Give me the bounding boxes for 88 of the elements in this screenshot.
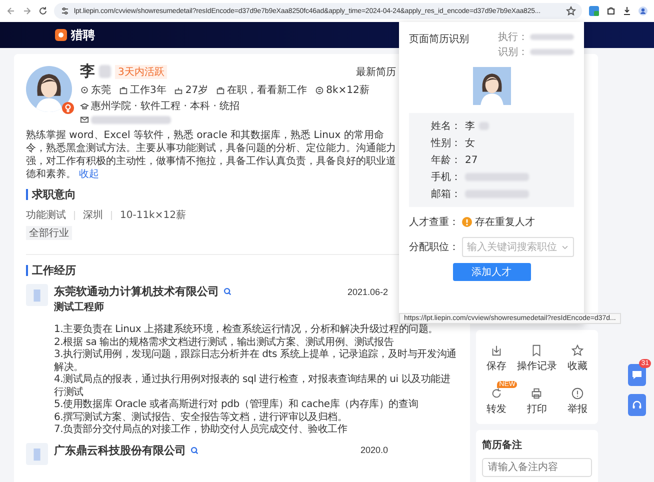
bag-icon (216, 86, 226, 94)
logo-text[interactable]: 猎聘 (71, 26, 95, 44)
job-title: 测试工程师 (54, 300, 105, 314)
warning-icon (462, 217, 472, 227)
forward-arrow-icon[interactable] (22, 6, 32, 16)
section-heading: 工作经历 (32, 263, 76, 278)
headset-icon (631, 399, 643, 411)
update-label: 最新简历 (356, 66, 396, 78)
search-icon[interactable] (223, 287, 232, 296)
field-label: 年龄： (431, 154, 461, 167)
field-label: 分配职位： (409, 241, 459, 254)
notes-heading: 简历备注 (482, 438, 523, 452)
section-heading: 求职意向 (32, 187, 76, 202)
location-pin-icon (80, 86, 89, 94)
profile-fact: 工作3年 (130, 84, 166, 97)
job-intent-item: 10-11k×12薪 (120, 208, 186, 222)
download-tray-icon (490, 344, 503, 357)
action-button[interactable]: 收藏 (557, 338, 598, 373)
duty-line: 4.测试局点的报表，通过执行用例对报表的 sql 进行检查，对报表查询结果的 ui 以及功能进行测试 (54, 374, 452, 398)
collapse-link[interactable]: 收起 (79, 169, 99, 180)
date-range: 2021.06-2 (347, 286, 388, 296)
action-button[interactable]: 打印 (516, 381, 558, 416)
candidate-name: 李 (80, 62, 95, 81)
chat-bubble-icon (631, 369, 643, 381)
company-name: 东莞软通动力计算机技术有限公司 (54, 284, 219, 299)
action-button[interactable]: 举报 (557, 381, 598, 416)
duty-line: 2.根据 sa 输出的规格需求文档进行测试，输出测试方案、测试用例、测试报告 (54, 336, 395, 348)
blurred-text (530, 34, 574, 40)
action-button[interactable]: 保存 (476, 338, 517, 373)
profile-fact: 8k×12薪 (326, 84, 370, 97)
extension-icon[interactable] (588, 5, 600, 17)
duty-line: 1.主要负责在 Linux 上搭建系统环境，检查系统运行情况，分析和解决升级过程的问题。 (54, 324, 440, 336)
meta-label: 执行： (498, 30, 528, 44)
duplicate-status: 存在重复人才 (475, 216, 535, 229)
field-value: 女 (465, 137, 475, 150)
profile-fact: 27岁 (185, 84, 208, 97)
meta-label: 识别： (498, 46, 528, 59)
add-talent-button[interactable]: 添加人才 (452, 263, 530, 281)
back-arrow-icon[interactable] (6, 6, 16, 16)
field-value: 李 (465, 120, 475, 133)
avatar-illustration (26, 66, 72, 112)
puzzle-icon[interactable] (606, 6, 616, 16)
profile-icon[interactable] (638, 6, 648, 16)
star-icon[interactable] (566, 6, 576, 16)
site-info-icon (60, 6, 70, 16)
field-value: 27 (465, 154, 478, 166)
blurred-text (530, 49, 574, 55)
profile-fact: 东莞 (91, 84, 111, 97)
notes-input-field[interactable]: 请输入备注内容 (482, 458, 592, 477)
circular-arrow-icon (490, 387, 503, 400)
profile-fact: 在职，看看新工作 (227, 84, 308, 97)
job-intent-item: 功能测试 (26, 208, 66, 222)
support-button[interactable] (628, 394, 646, 416)
education-text: 惠州学院 · 软件工程 · 本科 · 统招 (91, 100, 240, 113)
chevron-down-icon (561, 243, 569, 251)
building-icon (26, 442, 48, 464)
date-range: 2020.0 (360, 445, 388, 455)
chat-button[interactable] (628, 364, 646, 386)
logo-icon (55, 29, 67, 41)
blurred-text (99, 65, 111, 78)
coin-icon (315, 86, 324, 94)
industry-tag: 全部行业 (26, 226, 72, 240)
job-intent-item: 深圳 (83, 208, 103, 222)
company-name: 广东鼎云科技股份有限公司 (54, 442, 186, 458)
building-icon (26, 284, 48, 306)
female-symbol-icon (62, 102, 74, 114)
reload-icon[interactable] (38, 6, 48, 16)
duty-line: 5.使用数据库 Oracle 或者高斯进行对 pdb（管理库）和 cache库（内存库）的查询 (54, 399, 420, 412)
graduation-cap-icon (80, 102, 89, 110)
warning-circle-icon (571, 387, 584, 400)
printer-icon (530, 387, 544, 400)
activity-badge: 3天内活跃 (115, 64, 168, 78)
duty-line: 3.执行测试用例，发现问题，跟踪日志分析并在 dts 系统上提单，记录追踪，及时与开发沟通解决。 (54, 349, 458, 374)
field-label: 姓名： (431, 120, 461, 133)
search-icon[interactable] (190, 446, 199, 454)
field-label: 手机： (431, 170, 461, 184)
field-label: 性别： (431, 136, 461, 150)
field-label: 邮箱： (431, 188, 461, 201)
briefcase-icon (119, 86, 128, 94)
popup-title: 页面简历识别 (409, 33, 469, 46)
duty-line: 6.撰写测试方案、测试报告、安全报告等文档，进行评审以及归档。 (54, 412, 348, 424)
star-icon (571, 344, 584, 357)
action-button[interactable]: 操作记录 (516, 338, 558, 373)
envelope-icon (80, 115, 89, 124)
summary-paragraph: 熟练掌握 word、Excel 等软件，熟悉 oracle 和其数据库，熟悉 Linux 的常用命令，熟悉黑盒测试方法。主要从事功能测试，具备问题的分析、定位能力。沟通能力强，对工作有积极的主动性，做事情不拖拉，具备工作认真负责，具备良好的职业道德和素养。 收起 (26, 129, 396, 181)
duty-line: 7.负责部分交付局点的对接工作，协助交付人员完成交付、验收工作 (54, 424, 348, 436)
field-label: 人才查重： (409, 216, 459, 229)
download-icon[interactable] (622, 6, 632, 16)
